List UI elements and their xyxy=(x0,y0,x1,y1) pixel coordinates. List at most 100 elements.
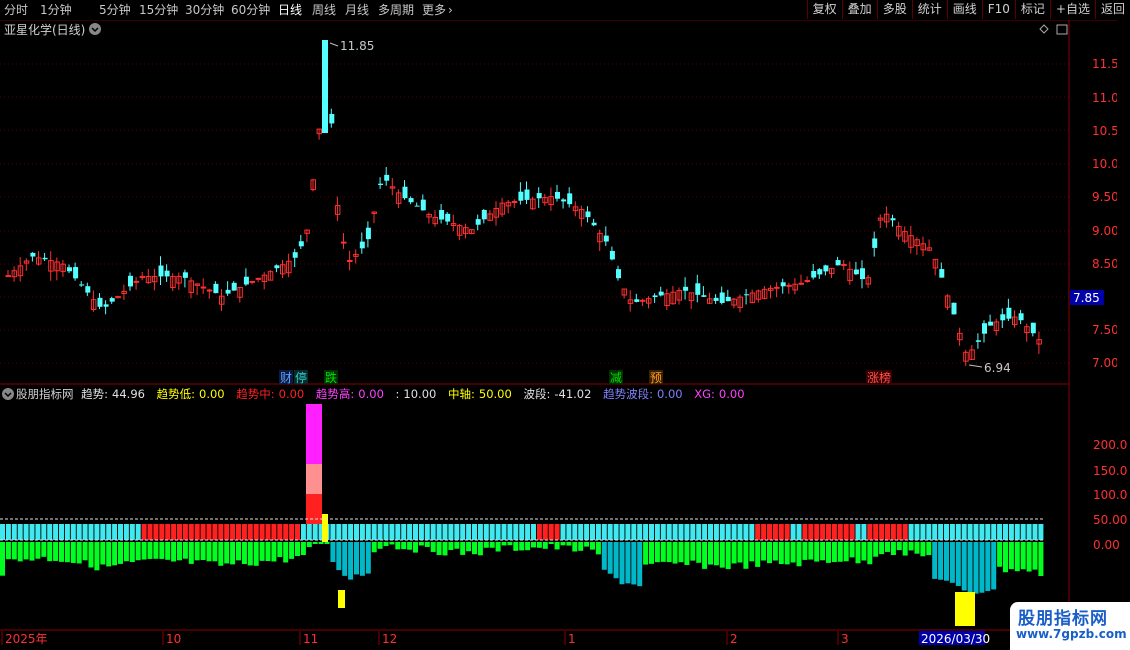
indicator-bar-upper xyxy=(702,524,708,540)
indicator-bar-upper xyxy=(772,524,778,540)
indicator-bar-upper xyxy=(867,524,873,540)
marker-yu[interactable]: 预 xyxy=(650,371,662,385)
indicator-bar-upper xyxy=(283,524,289,540)
indicator-bar-upper xyxy=(141,524,147,540)
indicator-bar-upper xyxy=(383,524,389,540)
diamond-icon[interactable] xyxy=(1039,24,1049,34)
candle-body xyxy=(5,275,11,278)
field-label: 趋势中: xyxy=(236,387,275,401)
indicator-bar-upper xyxy=(1003,524,1008,540)
indicator-bar-lower xyxy=(35,542,41,559)
indicator-bar-upper xyxy=(548,524,554,540)
candle-body xyxy=(414,205,420,207)
candle-body xyxy=(85,286,91,293)
indicator-bar-lower xyxy=(188,542,194,564)
indicator-bar-upper xyxy=(129,524,135,540)
marker-ting[interactable]: 停 xyxy=(295,370,307,385)
field-label: XG: xyxy=(694,387,715,401)
indicator-bar-upper xyxy=(914,524,920,540)
indicator-bar-upper xyxy=(649,524,654,540)
indicator-bar-upper xyxy=(725,524,731,540)
candle-body xyxy=(561,199,567,202)
indicator-bar-lower xyxy=(11,542,17,560)
marker-jian[interactable]: 减 xyxy=(610,371,622,385)
candle-body xyxy=(103,304,109,307)
indicator-bar-upper xyxy=(949,524,955,540)
indicator-bar-upper xyxy=(513,524,519,540)
candle-body xyxy=(408,198,414,203)
candle-body xyxy=(1018,313,1024,321)
candle-body xyxy=(683,286,689,291)
candle-body xyxy=(835,260,841,266)
indicator-bar-lower xyxy=(395,542,401,550)
indicator-spike-yellow xyxy=(322,514,328,542)
indicator-bar-lower xyxy=(436,542,442,556)
field-value: 0.00 xyxy=(358,387,384,401)
indicator-bar-lower xyxy=(259,542,265,561)
indicator-bar-upper xyxy=(938,524,944,540)
field-value: 10.00 xyxy=(403,387,437,401)
indicator-bar-lower xyxy=(938,542,944,580)
marker-die[interactable]: 跌 xyxy=(325,370,337,385)
price-tick: 9.00 xyxy=(1092,224,1119,238)
field-value: 0.00 xyxy=(278,387,305,401)
indicator-bar-lower xyxy=(973,542,979,594)
indicator-bar-upper xyxy=(926,524,932,540)
indicator-bar-lower xyxy=(902,542,908,556)
indicator-bar-lower xyxy=(855,542,861,564)
indicator-bar-lower xyxy=(796,542,802,567)
indicator-bar-lower xyxy=(218,542,224,566)
indicator-bar-upper xyxy=(17,524,23,540)
indicator-bar-upper xyxy=(365,524,371,540)
indicator-title[interactable]: 股朋指标网 xyxy=(16,387,74,401)
marker-zhangbang[interactable]: 涨榜 xyxy=(867,370,891,385)
indicator-bar-upper xyxy=(973,524,979,540)
indicator-bar-upper xyxy=(979,524,985,540)
candle-body xyxy=(652,295,658,298)
indicator-bar-upper xyxy=(820,524,826,540)
right-info-strip xyxy=(1117,20,1130,385)
watermark-url: www.7gpzb.com xyxy=(1016,627,1127,641)
indicator-bar-upper xyxy=(890,524,896,540)
candle-body xyxy=(591,222,597,226)
date-highlight-label: 2026/03/30 xyxy=(921,632,990,646)
indicator-bar-lower xyxy=(206,542,212,562)
candle-body xyxy=(402,186,408,199)
indicator-bar-lower xyxy=(772,542,778,561)
indicator-bar-lower xyxy=(123,542,129,562)
indicator-bar-upper xyxy=(94,524,100,540)
indicator-bar-lower xyxy=(849,542,855,558)
candle-body xyxy=(292,252,298,258)
indicator-bar-lower xyxy=(312,542,318,544)
candle-body xyxy=(701,295,707,297)
indicator-bar-upper xyxy=(590,524,595,540)
indicator-bar-upper xyxy=(289,524,295,540)
indicator-bar-upper xyxy=(595,524,601,540)
indicator-bar-lower xyxy=(194,542,200,561)
indicator-spike-high xyxy=(306,404,322,464)
indicator-bar-upper xyxy=(985,524,991,540)
indicator-bar-upper xyxy=(767,524,772,540)
panel-maximize-icon[interactable] xyxy=(1056,24,1068,35)
candle-body xyxy=(420,199,426,211)
marker-cai[interactable]: 财 xyxy=(280,371,292,385)
candlestick-series xyxy=(5,40,1042,366)
indicator-tick: 0.00 xyxy=(1093,538,1120,552)
indicator-bar-lower xyxy=(94,542,100,571)
field-label: 趋势波段: xyxy=(603,387,653,401)
candle-body xyxy=(695,283,701,295)
field-trend-wave: 趋势波段: 0.00 xyxy=(603,387,686,401)
indicator-bar-lower xyxy=(17,542,23,562)
indicator-bar-lower xyxy=(64,542,70,563)
chart-canvas[interactable]: 11.50 11.00 10.50 10.00 9.50 9.00 8.50 7… xyxy=(0,0,1130,650)
indicator-bar-upper xyxy=(1032,524,1038,540)
indicator-bar-upper xyxy=(59,524,64,540)
indicator-bar-upper xyxy=(177,524,182,540)
indicator-bar-upper xyxy=(224,524,230,540)
candle-body xyxy=(811,270,817,278)
chevron-down-icon[interactable] xyxy=(89,23,101,35)
candle-body xyxy=(225,289,231,294)
candle-body xyxy=(860,268,865,280)
indicator-bar-lower xyxy=(306,542,312,548)
indicator-bar-lower xyxy=(177,542,182,561)
